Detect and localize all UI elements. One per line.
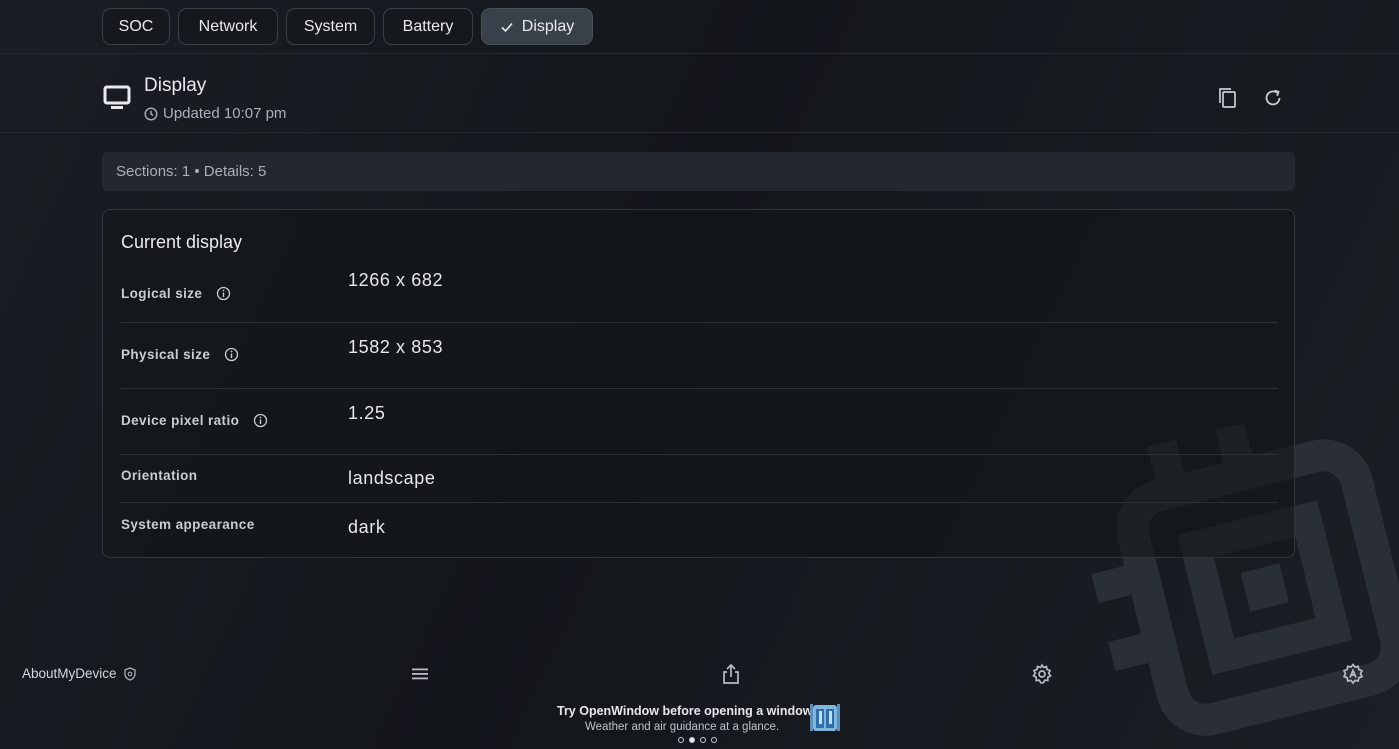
tab-battery[interactable]: Battery [383,8,473,45]
detail-row-logical-size: Logical size 1266 x 682 [121,266,1278,323]
tab-label: SOC [118,17,154,35]
shield-icon [123,666,136,681]
row-label: Device pixel ratio [121,413,268,428]
share-icon[interactable] [719,662,743,686]
openwindow-logo-icon [810,704,840,731]
tab-label: Battery [402,17,454,35]
detail-row-physical-size: Physical size 1582 x 853 [121,323,1278,389]
tab-network[interactable]: Network [178,8,278,45]
info-icon[interactable] [224,347,239,362]
promo-subtitle: Weather and air guidance at a glance. [585,721,780,733]
carousel-dot[interactable] [678,737,684,743]
page-header: Display Updated 10:07 pm [0,55,1399,133]
row-value: dark [348,517,386,537]
row-value: 1582 x 853 [348,337,444,357]
row-value: 1266 x 682 [348,270,444,290]
tab-bar: SOC Network System Battery Display [0,0,1399,54]
tab-display[interactable]: Display [481,8,593,45]
row-label-text: Device pixel ratio [121,413,240,428]
row-label-text: Logical size [121,286,203,301]
promo-title: Try OpenWindow before opening a window. [557,704,816,718]
menu-icon[interactable] [408,662,432,686]
row-label: Logical size [121,286,231,301]
tab-soc[interactable]: SOC [102,8,170,45]
carousel-dot-active[interactable] [689,737,695,743]
detail-row-system-appearance: System appearance dark [121,503,1278,553]
accessibility-settings-icon[interactable] [1341,662,1365,686]
info-icon[interactable] [253,413,268,428]
app-name[interactable]: AboutMyDevice [22,666,137,681]
carousel-dot[interactable] [711,737,717,743]
settings-icon[interactable] [1030,662,1054,686]
copy-icon[interactable] [1216,86,1240,110]
summary-bar: Sections: 1 • Details: 5 [102,152,1295,191]
page: SOC Network System Battery Display Displ… [0,0,1399,749]
row-label: System appearance [121,517,255,532]
updated-text: Updated 10:07 pm [163,105,287,122]
card-title: Current display [121,232,243,252]
detail-row-device-pixel-ratio: Device pixel ratio 1.25 [121,389,1278,455]
check-icon [501,22,513,32]
row-label-text: Physical size [121,347,211,362]
row-value: 1.25 [348,403,386,423]
info-icon[interactable] [216,286,231,301]
tab-label: Network [198,17,258,35]
row-label-text: System appearance [121,517,255,532]
carousel-dots [678,737,717,743]
app-name-text: AboutMyDevice [22,666,117,681]
updated-timestamp: Updated 10:07 pm [144,105,286,122]
tab-label: System [303,17,358,35]
row-label: Orientation [121,468,197,483]
promo-banner[interactable]: Try OpenWindow before opening a window. … [540,700,860,749]
detail-row-orientation: Orientation landscape [121,455,1278,503]
page-title: Display [144,75,207,96]
tab-label: Display [521,17,575,35]
current-display-card: Current display Logical size 1266 x 682 … [102,209,1295,558]
row-label: Physical size [121,347,239,362]
summary-text: Sections: 1 • Details: 5 [116,163,267,180]
clock-icon [144,106,158,121]
row-label-text: Orientation [121,468,198,483]
row-value: landscape [348,468,436,488]
monitor-icon [103,85,131,109]
carousel-dot[interactable] [700,737,706,743]
tab-system[interactable]: System [286,8,375,45]
refresh-icon[interactable] [1261,86,1285,110]
